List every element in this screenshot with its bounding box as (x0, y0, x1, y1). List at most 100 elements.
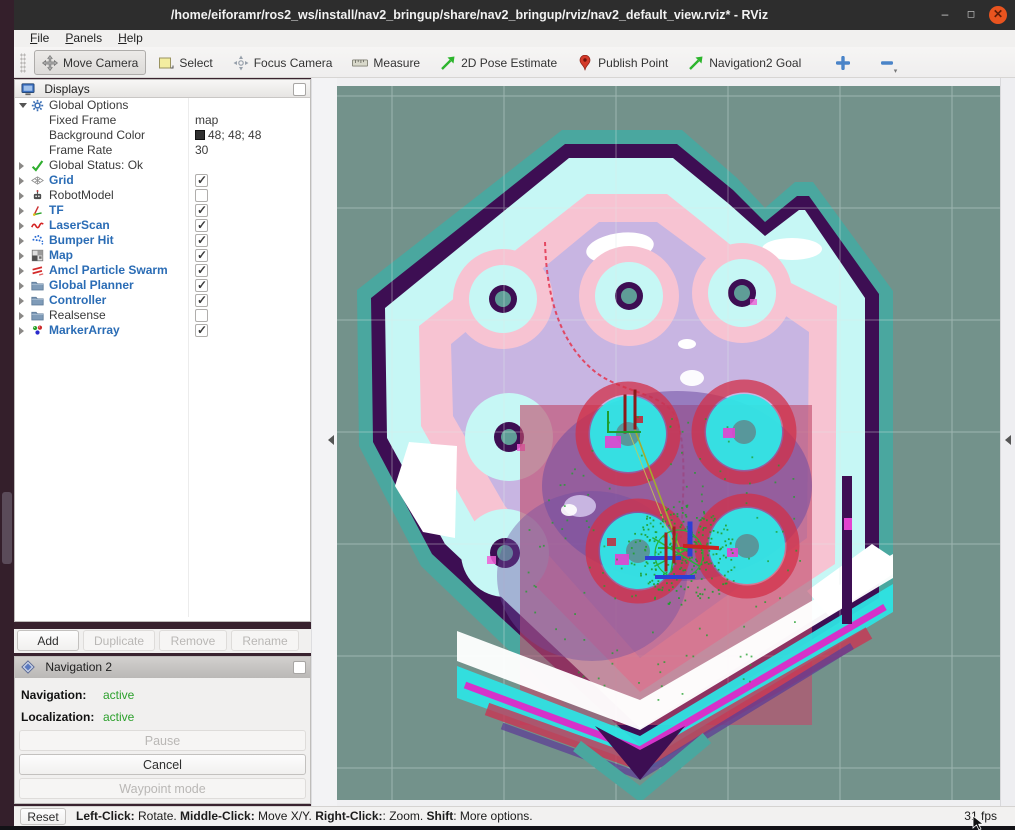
close-button[interactable]: ✕ (989, 6, 1007, 24)
remove-button[interactable]: Remove (159, 630, 227, 651)
reset-button[interactable]: Reset (20, 808, 66, 825)
expander-closed-icon[interactable] (19, 207, 24, 215)
displays-panel-title: Displays (44, 82, 89, 96)
statusbar: Reset Left-Click: Rotate. Middle-Click: … (14, 806, 1015, 826)
row-value[interactable]: map (195, 113, 218, 128)
enable-checkbox[interactable] (195, 234, 208, 247)
enable-checkbox[interactable] (195, 279, 208, 292)
enable-checkbox[interactable] (195, 324, 208, 337)
measure-tool[interactable]: Measure (344, 50, 428, 75)
expander-closed-icon[interactable] (19, 192, 24, 200)
display-row-realsense[interactable]: Realsense (15, 308, 310, 323)
display-row-controller[interactable]: Controller (15, 293, 310, 308)
status-segment: Right-Click: (315, 809, 382, 823)
expander-closed-icon[interactable] (19, 177, 24, 185)
left-splitter[interactable] (311, 78, 337, 806)
grid-icon (31, 174, 44, 187)
status-segment: Move X/Y. (255, 809, 315, 823)
tool-label: Publish Point (598, 56, 668, 70)
markers-icon (31, 324, 44, 337)
enable-checkbox[interactable] (195, 264, 208, 277)
waypoint-mode-button[interactable]: Waypoint mode (19, 778, 306, 799)
select-tool[interactable]: Select (150, 50, 220, 75)
expander-closed-icon[interactable] (19, 282, 24, 290)
display-row-robotmodel[interactable]: RobotModel (15, 188, 310, 203)
display-row-global-options[interactable]: Global Options (15, 98, 310, 113)
menu-file[interactable]: File (22, 30, 57, 47)
expander-closed-icon[interactable] (19, 162, 24, 170)
toolbar-drag-handle[interactable] (20, 53, 26, 73)
gear-icon (31, 99, 44, 112)
display-row-grid[interactable]: Grid (15, 173, 310, 188)
row-value[interactable]: 48; 48; 48 (195, 128, 261, 143)
status-segment: Middle-Click: (180, 809, 255, 823)
enable-checkbox[interactable] (195, 174, 208, 187)
expander-open-icon[interactable] (19, 103, 27, 108)
display-row-global-planner[interactable]: Global Planner (15, 278, 310, 293)
map-icon (31, 249, 44, 262)
publish-point-tool[interactable]: Publish Point (569, 50, 676, 75)
row-label: Fixed Frame (49, 113, 116, 128)
collapse-left-arrow-icon[interactable] (328, 435, 334, 445)
displays-panel-header[interactable]: Displays (15, 80, 310, 98)
display-row-amcl-particle-swarm[interactable]: Amcl Particle Swarm (15, 263, 310, 278)
desktop-edge (0, 0, 14, 830)
cancel-button[interactable]: Cancel (19, 754, 306, 775)
right-splitter[interactable] (1000, 78, 1015, 806)
row-value[interactable]: 30 (195, 143, 208, 158)
display-row-markerarray[interactable]: MarkerArray (15, 323, 310, 338)
expander-closed-icon[interactable] (19, 252, 24, 260)
rename-button[interactable]: Rename (231, 630, 299, 651)
display-row-global-status-ok[interactable]: Global Status: Ok (15, 158, 310, 173)
enable-checkbox[interactable] (195, 189, 208, 202)
expander-closed-icon[interactable] (19, 237, 24, 245)
maximize-button[interactable]: ◻ (963, 7, 979, 23)
expander-closed-icon[interactable] (19, 312, 24, 320)
navigation2-header[interactable]: Navigation 2 (15, 657, 310, 678)
expander-closed-icon[interactable] (19, 222, 24, 230)
enable-checkbox[interactable] (195, 219, 208, 232)
display-row-fixed-frame[interactable]: Fixed Frame map (15, 113, 310, 128)
navigation2-goal-tool[interactable]: Navigation2 Goal (680, 50, 809, 75)
row-label: Map (49, 248, 73, 263)
display-row-laserscan[interactable]: LaserScan (15, 218, 310, 233)
enable-checkbox[interactable] (195, 204, 208, 217)
row-label: Grid (49, 173, 74, 188)
menu-panels[interactable]: Panels (57, 30, 110, 47)
color-swatch (195, 130, 205, 140)
enable-checkbox[interactable] (195, 309, 208, 322)
expander-closed-icon[interactable] (19, 327, 24, 335)
collapse-right-arrow-icon[interactable] (1005, 435, 1011, 445)
titlebar[interactable]: /home/eiforamr/ros2_ws/install/nav2_brin… (14, 0, 1015, 30)
menu-help[interactable]: Help (110, 30, 151, 47)
duplicate-button[interactable]: Duplicate (83, 630, 155, 651)
move-camera-tool[interactable]: Move Camera (34, 50, 146, 75)
expander-closed-icon[interactable] (19, 297, 24, 305)
add-button[interactable]: Add (17, 630, 79, 651)
status-segment: Rotate. (135, 809, 180, 823)
display-row-background-color[interactable]: Background Color48; 48; 48 (15, 128, 310, 143)
display-row-bumper-hit[interactable]: Bumper Hit (15, 233, 310, 248)
display-row-map[interactable]: Map (15, 248, 310, 263)
2d-pose-estimate-tool[interactable]: 2D Pose Estimate (432, 50, 565, 75)
tool-label: Measure (373, 56, 420, 70)
mouse-cursor (970, 815, 986, 830)
status-segment: : Zoom. (383, 809, 427, 823)
display-row-tf[interactable]: TF (15, 203, 310, 218)
render-view[interactable] (337, 86, 1000, 800)
expander-closed-icon[interactable] (19, 267, 24, 275)
goal-arrow-icon (688, 55, 704, 71)
minimize-button[interactable]: – (937, 7, 953, 23)
enable-checkbox[interactable] (195, 249, 208, 262)
display-row-frame-rate[interactable]: Frame Rate30 (15, 143, 310, 158)
displays-panel-checkbox[interactable] (293, 83, 306, 96)
plus-tool[interactable] (827, 50, 859, 75)
navigation2-checkbox[interactable] (293, 661, 306, 674)
measure-icon (352, 55, 368, 71)
focus-camera-icon (233, 55, 249, 71)
toolbar: Move CameraSelectFocus Camera Measure 2D P… (14, 47, 1015, 78)
minus-tool[interactable]: ▾ (871, 50, 903, 75)
enable-checkbox[interactable] (195, 294, 208, 307)
focus-camera-tool[interactable]: Focus Camera (225, 50, 341, 75)
pause-button[interactable]: Pause (19, 730, 306, 751)
